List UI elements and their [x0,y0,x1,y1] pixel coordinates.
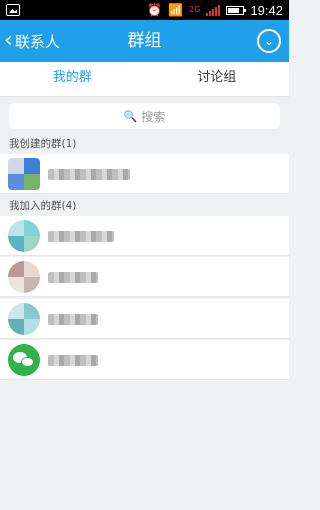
wechat-icon [8,344,40,376]
tab-bar: 我的群 讨论组 [0,62,290,98]
search-input[interactable]: 🔍 搜索 [9,103,280,129]
more-options-button[interactable]: ⌄ [257,29,281,53]
group-avatar [8,261,40,293]
group-row[interactable] [0,299,289,339]
page-title: 群组 [127,31,162,51]
group-row[interactable] [0,216,289,256]
group-avatar [8,220,40,252]
group-name-redacted [48,272,98,283]
gallery-icon [6,4,20,16]
signal-strength-icon [206,4,221,16]
group-avatar [8,158,40,190]
tab-my-groups[interactable]: 我的群 [0,62,145,98]
search-icon: 🔍 [123,109,138,123]
search-area: 🔍 搜索 [0,97,289,135]
group-name-redacted [48,314,98,325]
status-bar: ⏰ 📶 2G 19:42 [0,0,289,20]
battery-icon [226,5,247,15]
alarm-clock-icon: ⏰ [147,3,163,17]
status-time: 19:42 [250,2,283,18]
search-placeholder: 搜索 [141,109,166,124]
group-name-redacted [48,231,114,242]
section-header-joined: 我加入的群(4) [0,197,289,215]
group-row[interactable] [0,340,289,380]
group-row[interactable] [0,154,289,194]
group-name-redacted [48,355,98,366]
network-type: 2G [189,5,201,14]
wifi-icon: 📶 [168,3,184,17]
group-name-redacted [48,169,130,180]
group-avatar [8,303,40,335]
status-icons: ⏰ 📶 2G 19:42 [147,2,283,18]
section-header-created: 我创建的群(1) [0,135,289,153]
chevron-down-icon: ⌄ [263,34,275,48]
title-bar: ‹ 联系人 群组 ⌄ [0,20,289,62]
group-row[interactable] [0,257,289,297]
tab-discussion-groups[interactable]: 讨论组 [145,62,290,96]
